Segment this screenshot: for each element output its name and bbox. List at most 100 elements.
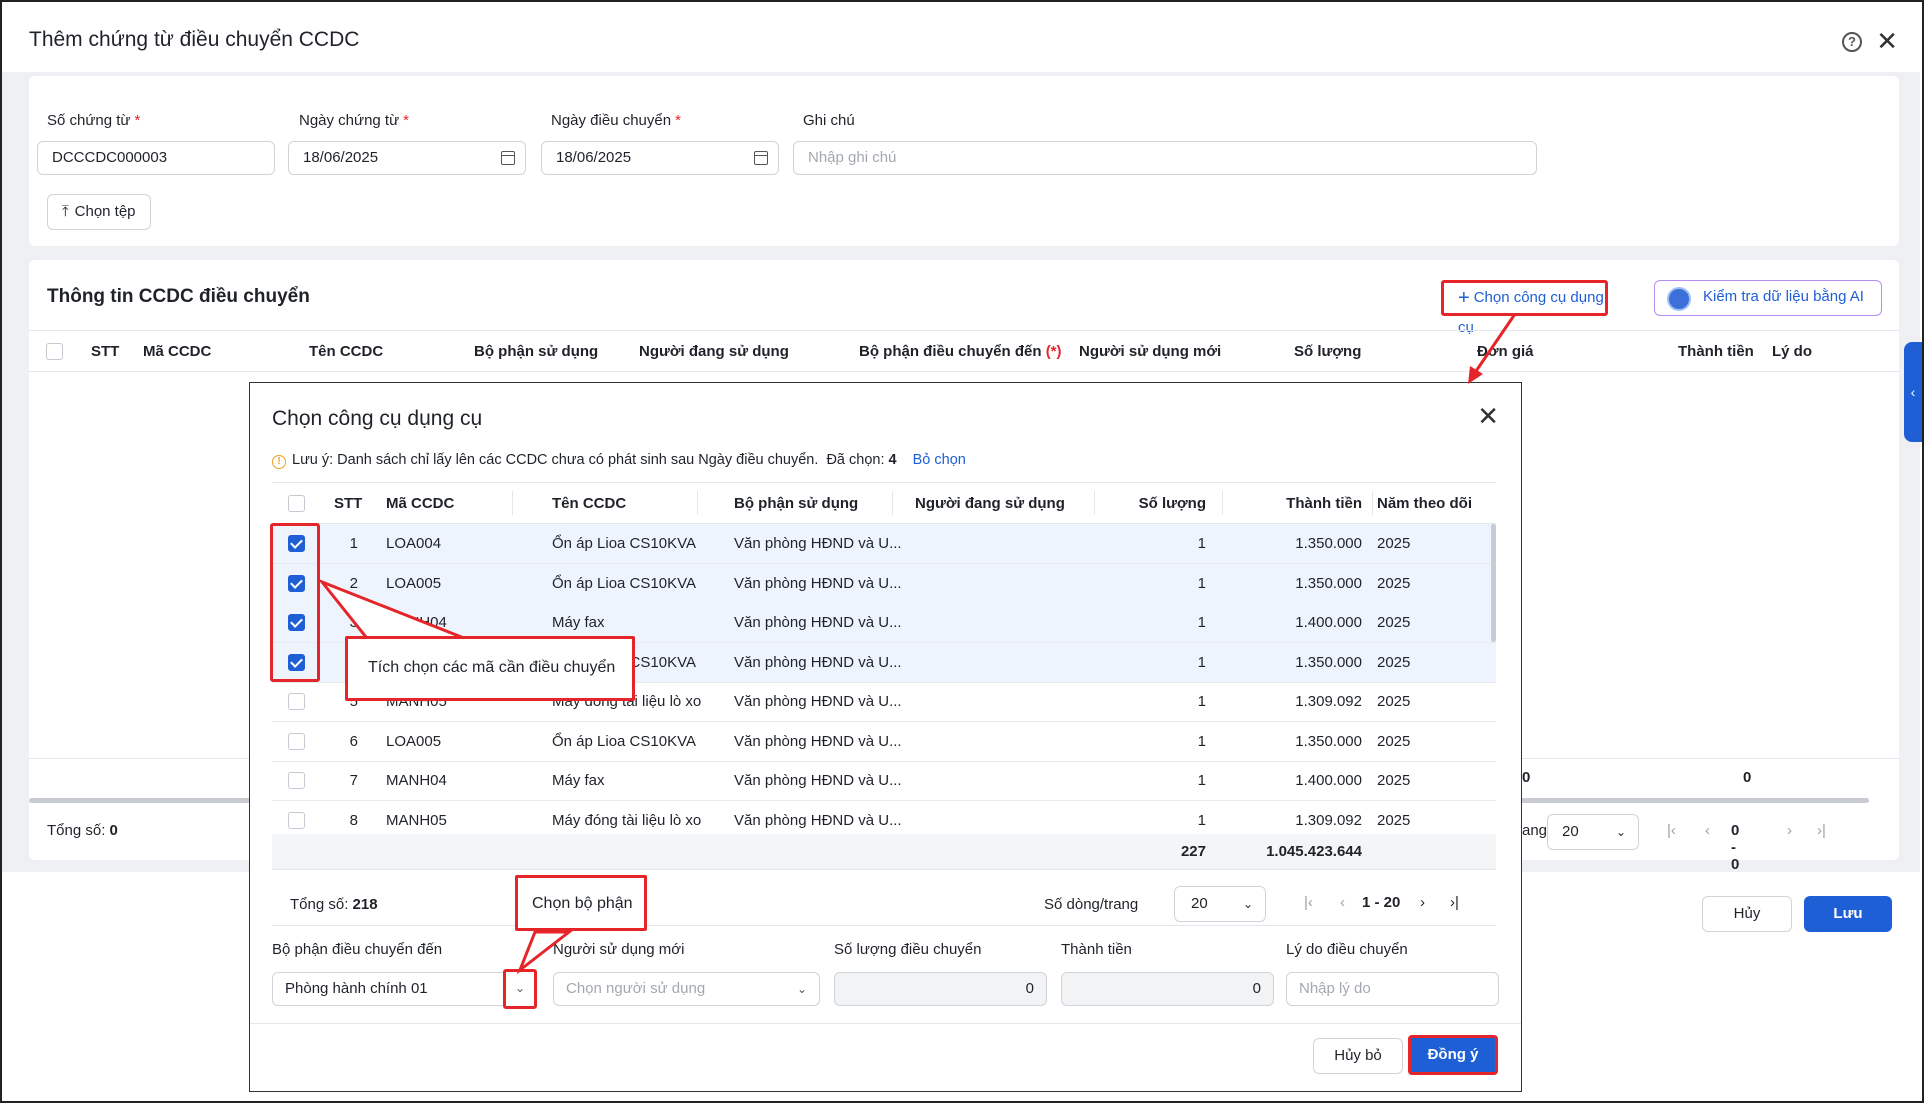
cell-qty: 1	[1197, 535, 1206, 552]
row-checkbox[interactable]	[288, 732, 305, 750]
cell-dept: Văn phòng HĐND và U...	[734, 732, 902, 750]
cell-year: 2025	[1377, 574, 1411, 592]
column-divider	[697, 491, 698, 515]
doc-date-input[interactable]: 18/06/2025	[288, 141, 526, 175]
ai-check-button[interactable]: Kiểm tra dữ liệu bằng AI	[1654, 280, 1882, 316]
column-divider	[1222, 491, 1223, 515]
rows-per-page-select[interactable]: 20 ⌄	[1174, 886, 1266, 922]
row-checkbox[interactable]	[288, 772, 305, 789]
main-table-header: STT Mã CCDC Tên CCDC Bộ phận sử dụng Ngư…	[29, 330, 1899, 372]
save-button[interactable]: Lưu	[1804, 896, 1892, 932]
select-all-checkbox[interactable]	[288, 495, 305, 512]
ai-avatar-icon	[1667, 287, 1691, 311]
cell-qty: 1	[1197, 732, 1206, 750]
summary-amount: 0	[1743, 769, 1752, 786]
help-icon[interactable]: ?	[1842, 32, 1862, 52]
first-page-icon[interactable]: |‹	[1667, 822, 1676, 839]
row-checkbox[interactable]	[288, 693, 305, 710]
main-total-count: Tổng số: 0	[47, 822, 118, 839]
modal-pagination: Tổng số: 218 Số dòng/trang 20 ⌄ |‹ ‹ 1 - …	[272, 886, 1496, 926]
page-title: Thêm chứng từ điều chuyển CCDC	[29, 28, 360, 51]
col-header: Bộ phận sử dụng	[734, 495, 859, 512]
col-header: Bộ phận điều chuyển đến (*)	[859, 343, 1062, 360]
vertical-scrollbar[interactable]	[1491, 524, 1496, 642]
select-all-checkbox[interactable]	[46, 343, 63, 360]
page-header: Thêm chứng từ điều chuyển CCDC ? ✕	[2, 2, 1920, 72]
reason-input[interactable]: Nhập lý do	[1286, 972, 1499, 1006]
table-row[interactable]: 7 MANH04 Máy fax Văn phòng HĐND và U... 1 1.4…	[272, 761, 1496, 801]
cell-year: 2025	[1377, 614, 1411, 631]
col-header: Người đang sử dụng	[915, 495, 1065, 512]
note-input[interactable]: Nhập ghi chú	[793, 141, 1537, 175]
pick-tools-modal: Chọn công cụ dụng cụ ✕ ! Lưu ý: Danh sách…	[249, 382, 1522, 1092]
choose-file-button[interactable]: ⤒ Chọn tệp	[47, 194, 151, 230]
col-header: STT	[91, 343, 120, 360]
last-page-icon[interactable]: ›|	[1817, 822, 1826, 839]
note-text: ! Lưu ý: Danh sách chỉ lấy lên các CCDC c…	[272, 452, 966, 469]
chevron-down-icon: ⌄	[1242, 897, 1253, 911]
target-dept-select[interactable]: Phòng hành chính 01	[272, 972, 537, 1006]
cell-stt: 8	[349, 811, 358, 829]
cell-qty: 1	[1197, 614, 1206, 631]
close-icon[interactable]: ✕	[1477, 403, 1499, 429]
new-user-select[interactable]: Chọn người sử dụng ⌄	[553, 972, 820, 1006]
transfer-date-input[interactable]: 18/06/2025	[541, 141, 779, 175]
col-header: Người đang sử dụng	[639, 343, 789, 360]
cell-dept: Văn phòng HĐND và U...	[734, 772, 902, 789]
callout-check-codes: Tích chọn các mã cần điều chuyển	[345, 636, 635, 701]
rows-per-page-select[interactable]: 20 ⌄	[1547, 814, 1639, 850]
section-title: Thông tin CCDC điều chuyển	[47, 286, 310, 307]
column-divider	[892, 491, 893, 515]
table-row[interactable]: 1 LOA004 Ổn áp Lioa CS10KVA Văn phòng HĐND …	[272, 524, 1496, 564]
calendar-icon[interactable]	[501, 151, 515, 165]
cell-code: LOA005	[386, 732, 442, 750]
summary-qty: 227	[1180, 843, 1206, 860]
transfer-qty-label: Số lượng điều chuyển	[834, 941, 982, 958]
cell-amount: 1.350.000	[1295, 574, 1362, 592]
cell-dept: Văn phòng HĐND và U...	[734, 811, 902, 829]
confirm-button[interactable]: Đồng ý	[1408, 1035, 1498, 1075]
cell-code: MANH05	[386, 811, 447, 829]
cell-code: MANH04	[386, 772, 447, 789]
info-icon: !	[272, 455, 286, 469]
next-page-icon[interactable]: ›	[1787, 822, 1792, 839]
dept-dropdown-toggle[interactable]: ⌄	[503, 969, 537, 1009]
last-page-icon[interactable]: ›|	[1450, 894, 1459, 911]
pick-tools-button[interactable]: + Chọn công cụ dụng cụ	[1441, 280, 1608, 336]
col-header: Đơn giá	[1477, 343, 1534, 360]
col-header: Số lượng	[1294, 343, 1362, 360]
cell-qty: 1	[1197, 811, 1206, 829]
prev-page-icon[interactable]: ‹	[1340, 894, 1345, 911]
col-header: Mã CCDC	[386, 495, 455, 512]
first-page-icon[interactable]: |‹	[1304, 894, 1313, 911]
table-row[interactable]: 2 LOA005 Ổn áp Lioa CS10KVA Văn phòng HĐND …	[272, 563, 1496, 604]
cell-stt: 7	[349, 772, 358, 789]
cancel-button[interactable]: Hủy	[1702, 896, 1792, 932]
table-row[interactable]: 6 LOA005 Ổn áp Lioa CS10KVA Văn phòng HĐND …	[272, 722, 1496, 762]
document-form: Số chứng từ * DCCCDC000003 Ngày chứng từ *…	[29, 76, 1899, 246]
column-divider	[512, 491, 513, 515]
summary-qty: 0	[1522, 769, 1531, 786]
cell-name: Máy fax	[552, 614, 605, 631]
doc-number-label: Số chứng từ *	[47, 112, 141, 129]
side-panel-toggle[interactable]: ‹	[1904, 342, 1922, 442]
next-page-icon[interactable]: ›	[1420, 894, 1425, 911]
col-header: Năm theo dõi	[1377, 495, 1473, 512]
cell-amount: 1.350.000	[1295, 732, 1362, 750]
cell-code: MANH04	[386, 614, 447, 631]
calendar-icon[interactable]	[754, 151, 768, 165]
modal-cancel-button[interactable]: Hủy bỏ	[1313, 1038, 1403, 1074]
cell-stt: 3	[349, 614, 358, 631]
col-header: Lý do	[1772, 343, 1812, 360]
cell-dept: Văn phòng HĐND và U...	[734, 614, 902, 631]
close-icon[interactable]: ✕	[1876, 28, 1898, 54]
cell-code: LOA005	[386, 574, 442, 592]
cell-name: Ổn áp Lioa CS10KVA	[552, 574, 696, 592]
doc-number-input[interactable]: DCCCDC000003	[37, 141, 275, 175]
cell-dept: Văn phòng HĐND và U...	[734, 535, 902, 552]
cell-amount: 1.350.000	[1295, 653, 1362, 671]
cell-year: 2025	[1377, 772, 1411, 789]
prev-page-icon[interactable]: ‹	[1705, 822, 1710, 839]
row-checkbox[interactable]	[288, 811, 305, 829]
unselect-link[interactable]: Bỏ chọn	[913, 452, 966, 468]
